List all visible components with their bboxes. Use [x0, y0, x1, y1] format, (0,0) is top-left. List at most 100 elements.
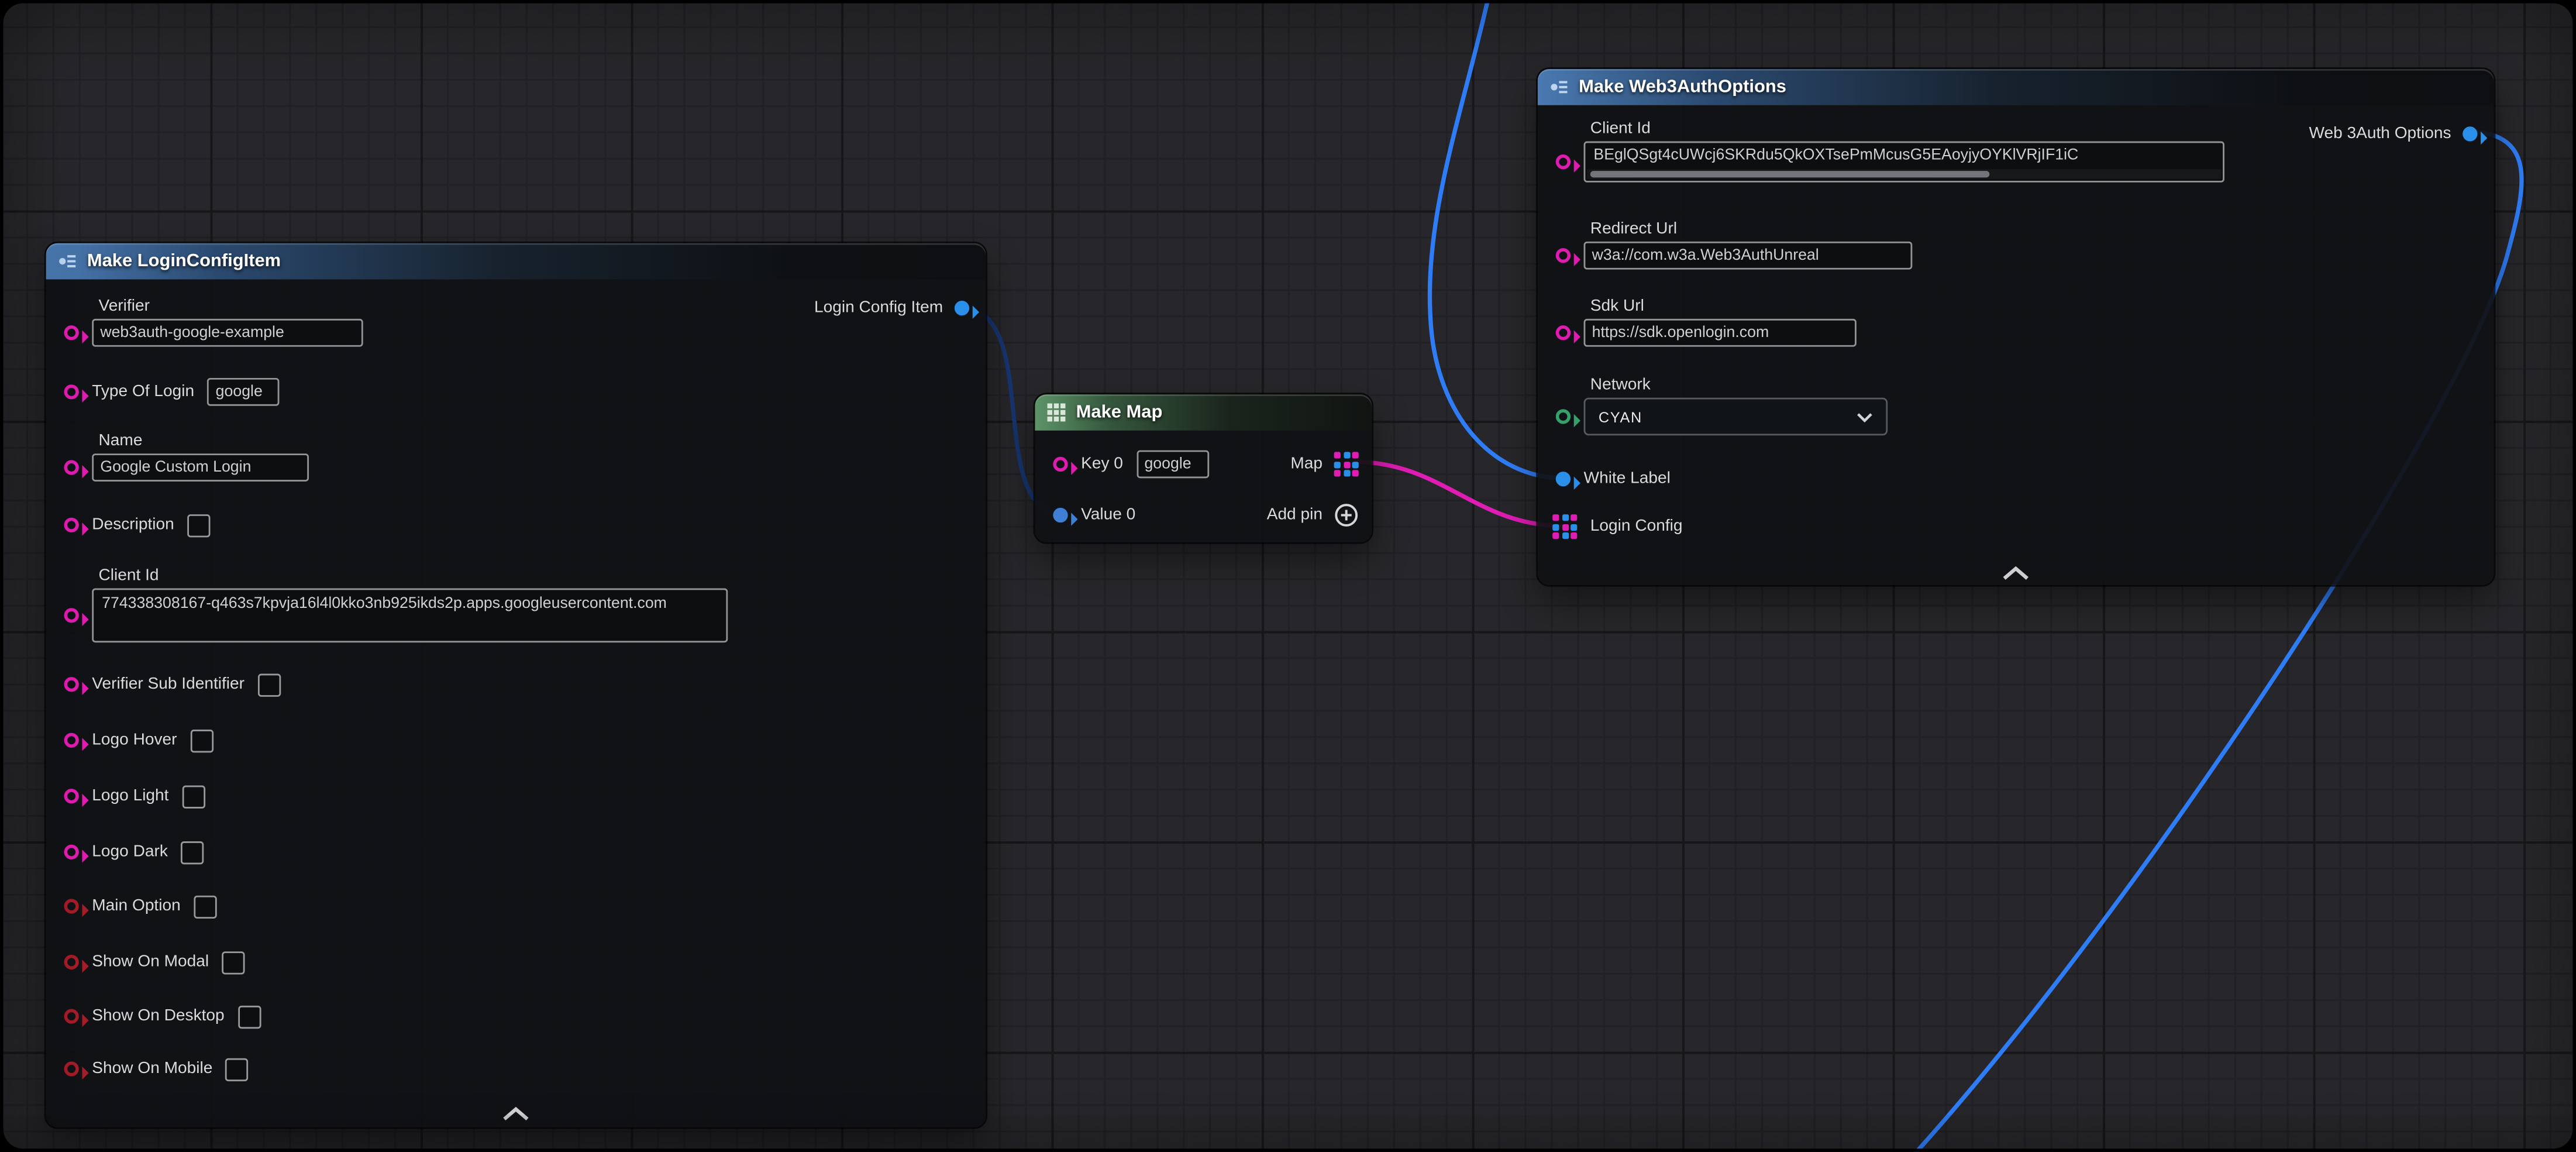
- name-input[interactable]: Google Custom Login: [92, 453, 309, 482]
- show-on-desktop-checkbox[interactable]: [237, 1005, 260, 1028]
- verifier-sub-identifier-input[interactable]: [257, 673, 280, 696]
- grid-cell: [1334, 461, 1341, 467]
- pin-client-id[interactable]: [64, 608, 79, 623]
- pin-show-on-desktop[interactable]: [64, 1009, 79, 1024]
- collapse-node-button[interactable]: [2001, 559, 2031, 589]
- scrollbar-thumb[interactable]: [1590, 171, 1990, 177]
- pin-login-config-item-output[interactable]: [955, 301, 969, 315]
- field-type-of-login: Type Of Login google: [64, 378, 280, 406]
- pin-white-label[interactable]: [1556, 472, 1571, 486]
- node-title: Make LoginConfigItem: [87, 252, 281, 271]
- pin-label: Client Id: [1590, 120, 2224, 138]
- grid-cell: [1343, 452, 1349, 458]
- collapse-node-button[interactable]: [501, 1099, 531, 1129]
- node-header[interactable]: Make Web3AuthOptions: [1538, 69, 2494, 105]
- field-redirect-url: Redirect Url w3a://com.w3a.Web3AuthUnrea…: [1556, 220, 1912, 269]
- pin-map-output[interactable]: [1334, 452, 1359, 476]
- add-pin-label: Add pin: [1267, 506, 1323, 524]
- make-struct-icon: [1549, 77, 1569, 97]
- pin-sdk-url[interactable]: [1556, 325, 1571, 340]
- network-dropdown[interactable]: CYAN: [1584, 398, 1888, 436]
- pin-label: Login Config Item: [814, 299, 943, 317]
- wire-map-to-loginconfig[interactable]: [1354, 462, 1562, 526]
- field-logo-light: Logo Light: [64, 782, 205, 810]
- field-verifier: Verifier web3auth-google-example: [64, 297, 363, 346]
- node-make-map[interactable]: Make Map Key 0 google Map Value 0 Add pi…: [1035, 394, 1372, 542]
- pin-label: Client Id: [99, 567, 728, 585]
- pin-label: Name: [99, 432, 309, 451]
- pin-verifier[interactable]: [64, 325, 79, 340]
- pin-label: Redirect Url: [1590, 220, 1912, 238]
- grid-cell: [1352, 470, 1359, 476]
- grid-cell: [1552, 524, 1559, 530]
- redirect-url-input[interactable]: w3a://com.w3a.Web3AuthUnreal: [1584, 242, 1913, 270]
- client-id-input[interactable]: BEglQSgt4cUWcj6SKRdu5QkOXTsePmMcusG5EAoy…: [1584, 142, 2224, 183]
- pin-label: Show On Mobile: [92, 1060, 212, 1078]
- field-white-label: White Label: [1556, 465, 1671, 493]
- logo-dark-input[interactable]: [181, 841, 204, 864]
- pin-network[interactable]: [1556, 409, 1571, 424]
- client-id-input[interactable]: 774338308167-q463s7kpvja16l4l0kko3nb925i…: [92, 589, 728, 643]
- field-value0: Value 0: [1053, 501, 1135, 529]
- make-map-icon: [1046, 403, 1066, 422]
- pin-label: Main Option: [92, 897, 180, 916]
- pin-key0[interactable]: [1053, 457, 1067, 472]
- pin-type-of-login[interactable]: [64, 384, 79, 399]
- type-of-login-input[interactable]: google: [208, 378, 280, 406]
- field-show-on-modal: Show On Modal: [64, 948, 245, 976]
- pin-label: Show On Desktop: [92, 1007, 224, 1026]
- pin-show-on-mobile[interactable]: [64, 1061, 79, 1076]
- network-selected-value: CYAN: [1599, 408, 1642, 425]
- add-pin-row: Add pin: [1267, 501, 1359, 529]
- pin-verifier-sub-identifier[interactable]: [64, 677, 79, 692]
- grid-cell: [1343, 470, 1349, 476]
- pin-label: Verifier: [99, 297, 363, 315]
- node-make-loginconfigitem[interactable]: Make LoginConfigItem Login Config Item V…: [46, 243, 986, 1127]
- verifier-input[interactable]: web3auth-google-example: [92, 319, 363, 347]
- output-row-map: Map: [1290, 451, 1358, 479]
- field-login-config: Login Config: [1552, 513, 1682, 541]
- node-header[interactable]: Make LoginConfigItem: [46, 243, 986, 280]
- pin-label: Logo Light: [92, 787, 168, 805]
- pin-label: Show On Modal: [92, 953, 209, 971]
- output-row-web3auth-options: Web 3Auth Options: [2309, 120, 2477, 148]
- pin-label: Value 0: [1081, 506, 1135, 524]
- pin-name[interactable]: [64, 460, 79, 474]
- pin-logo-light[interactable]: [64, 789, 79, 803]
- node-make-web3authoptions[interactable]: Make Web3AuthOptions Web 3Auth Options C…: [1538, 69, 2494, 585]
- pin-label: Sdk Url: [1590, 297, 1857, 315]
- main-option-checkbox[interactable]: [194, 895, 216, 917]
- logo-hover-input[interactable]: [190, 729, 213, 752]
- pin-redirect-url[interactable]: [1556, 248, 1571, 263]
- pin-value0[interactable]: [1053, 508, 1067, 522]
- client-id-value: BEglQSgt4cUWcj6SKRdu5QkOXTsePmMcusG5EAoy…: [1585, 143, 2223, 167]
- pin-web3auth-options-output[interactable]: [2463, 126, 2477, 141]
- key0-input[interactable]: google: [1136, 451, 1208, 479]
- show-on-mobile-checkbox[interactable]: [226, 1057, 249, 1080]
- grid-cell: [1562, 532, 1568, 539]
- node-title: Make Web3AuthOptions: [1579, 77, 1786, 97]
- show-on-modal-checkbox[interactable]: [222, 951, 245, 974]
- field-sdk-url: Sdk Url https://sdk.openlogin.com: [1556, 297, 1857, 346]
- description-input[interactable]: [187, 514, 210, 537]
- horizontal-scrollbar[interactable]: [1587, 169, 2221, 179]
- pin-main-option[interactable]: [64, 899, 79, 913]
- blueprint-graph: Make LoginConfigItem Login Config Item V…: [0, 0, 2576, 1152]
- node-header[interactable]: Make Map: [1035, 394, 1372, 431]
- logo-light-input[interactable]: [182, 785, 205, 807]
- sdk-url-input[interactable]: https://sdk.openlogin.com: [1584, 319, 1857, 347]
- pin-login-config[interactable]: [1552, 514, 1577, 539]
- grid-cell: [1571, 514, 1577, 521]
- pin-show-on-modal[interactable]: [64, 955, 79, 969]
- grid-cell: [1334, 470, 1341, 476]
- add-pin-icon[interactable]: [1334, 503, 1359, 527]
- pin-client-id[interactable]: [1556, 154, 1571, 169]
- node-title: Make Map: [1076, 403, 1163, 422]
- pin-description[interactable]: [64, 518, 79, 532]
- field-key0: Key 0 google: [1053, 451, 1208, 479]
- field-name: Name Google Custom Login: [64, 432, 309, 482]
- pin-logo-hover[interactable]: [64, 733, 79, 748]
- field-show-on-desktop: Show On Desktop: [64, 1002, 261, 1030]
- pin-logo-dark[interactable]: [64, 845, 79, 859]
- grid-cell: [1562, 524, 1568, 530]
